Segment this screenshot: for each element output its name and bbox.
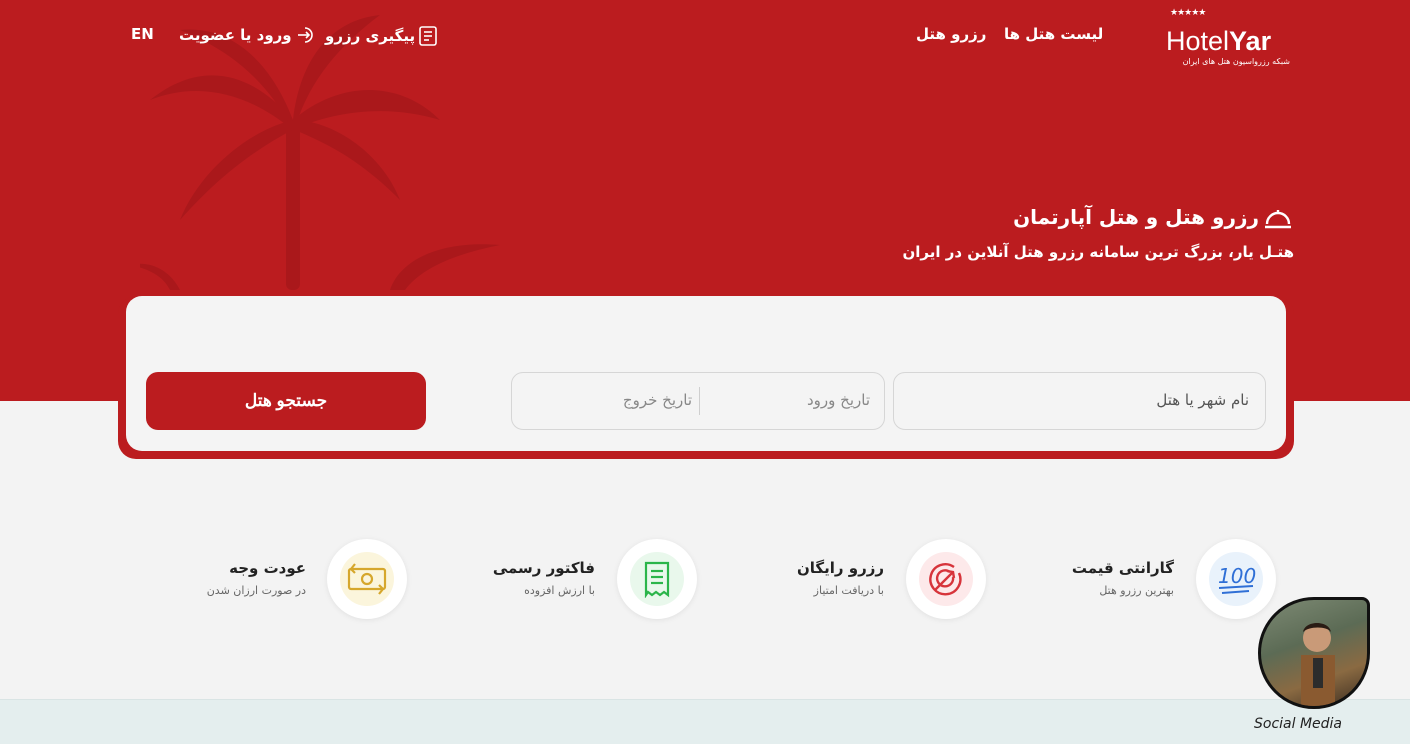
feature-invoice-title: فاکتور رسمی: [492, 559, 595, 577]
hotelyar-logo[interactable]: ★★★★★ HotelYar شبکه رزرواسیون هتل های ای…: [1166, 8, 1292, 68]
social-media-label[interactable]: Social Media: [1254, 716, 1342, 732]
hero-title: رزرو هتل و هتل آپارتمان: [960, 205, 1293, 229]
date-range-input[interactable]: تاریخ ورود تاریخ خروج: [511, 372, 885, 430]
login-signup-link[interactable]: ورود یا عضویت: [179, 25, 316, 45]
feature-refund-desc: در صورت ارزان شدن: [206, 584, 306, 597]
feature-price-guarantee-title: گارانتی قیمت: [1071, 559, 1174, 577]
checkout-date-field[interactable]: تاریخ خروج: [623, 391, 692, 409]
footer-pattern-strip: [0, 699, 1410, 744]
feature-free-reserve-desc: با دریافت امتیاز: [813, 584, 884, 597]
money-return-icon: [347, 563, 387, 595]
feature-refund-badge: [327, 539, 407, 619]
hundred-icon: 100: [1218, 564, 1256, 594]
checkin-date-field[interactable]: تاریخ ورود: [807, 391, 870, 409]
feature-free-reserve-badge: [906, 539, 986, 619]
feature-invoice-desc: با ارزش افزوده: [524, 584, 595, 597]
date-divider: [699, 387, 700, 415]
social-media-avatar[interactable]: [1258, 597, 1370, 709]
track-reservation-link[interactable]: پیگیری رزرو: [325, 25, 439, 47]
language-switch[interactable]: EN: [131, 25, 154, 43]
cloche-icon: [1265, 210, 1291, 229]
target-arrow-icon: [929, 563, 962, 596]
logo-tagline: شبکه رزرواسیون هتل های ایران: [1182, 57, 1290, 66]
receipt-list-icon: [419, 26, 437, 46]
svg-text:100: 100: [1218, 564, 1256, 588]
palm-tree-decoration: [140, 15, 500, 290]
feature-price-guarantee-desc: بهترین رزرو هتل: [1099, 584, 1174, 597]
login-arrow-icon: [297, 27, 313, 43]
track-reservation-label: پیگیری رزرو: [325, 27, 416, 45]
nav-hotel-list[interactable]: لیست هتل ها: [1004, 25, 1103, 43]
search-hotel-button[interactable]: جستجو هتل: [146, 372, 426, 430]
receipt-icon: [644, 561, 670, 598]
logo-text-hotel: Hotel: [1166, 26, 1230, 56]
logo-stars-icon: ★★★★★: [1170, 8, 1206, 18]
feature-invoice-badge: [617, 539, 697, 619]
city-placeholder: نام شهر یا هتل: [1156, 391, 1249, 409]
login-signup-label: ورود یا عضویت: [179, 26, 292, 44]
feature-free-reserve-title: رزرو رایگان: [796, 559, 884, 577]
hero-title-text: رزرو هتل و هتل آپارتمان: [1013, 205, 1259, 229]
hero-subtitle: هتـل یار، بزرگ ترین سامانه رزرو هتل آنلا…: [902, 243, 1294, 261]
logo-text-yar: Yar: [1229, 26, 1272, 56]
feature-price-guarantee-badge: 100: [1196, 539, 1276, 619]
nav-reserve-hotel[interactable]: رزرو هتل: [916, 25, 986, 43]
feature-refund-title: عودت وجه: [229, 559, 306, 577]
city-search-input[interactable]: نام شهر یا هتل: [893, 372, 1266, 430]
